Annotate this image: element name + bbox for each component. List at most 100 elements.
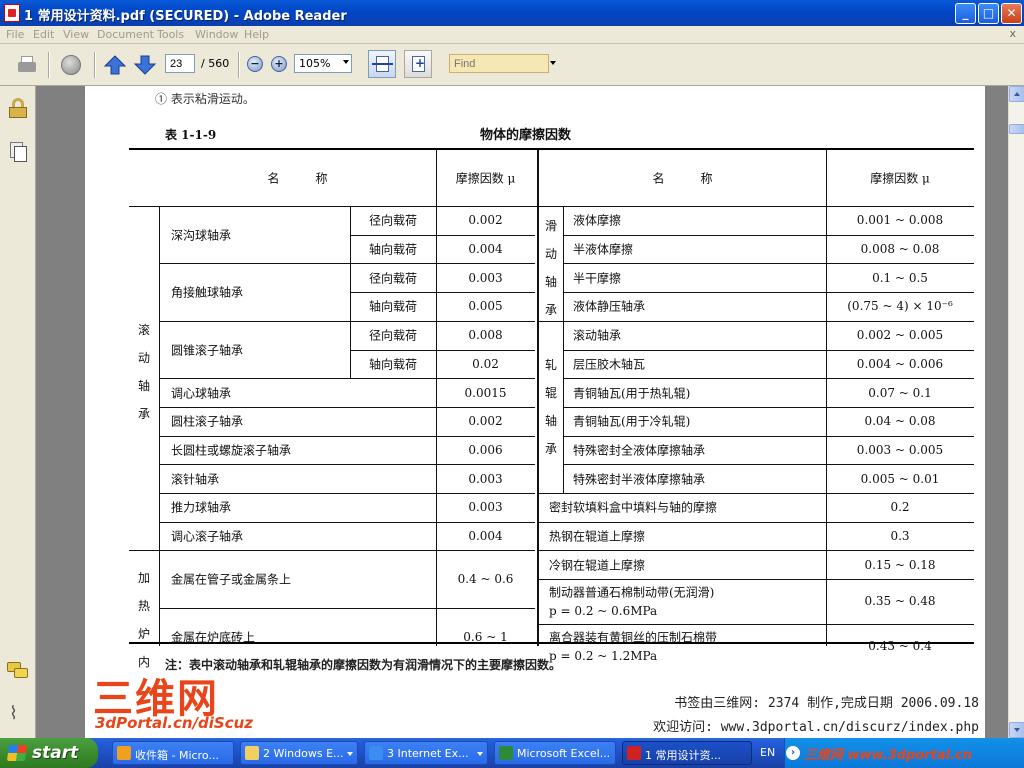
group-chevron-icon xyxy=(477,752,483,756)
header-rule xyxy=(129,206,974,207)
friction-coefficient: 0.0015 xyxy=(464,385,507,400)
roll-neck-bearing-group-char: 轧 xyxy=(544,357,557,372)
load-direction: 径向载荷 xyxy=(368,213,418,228)
find-options-chevron-icon[interactable] xyxy=(550,61,556,65)
close-button[interactable]: ✕ xyxy=(1001,3,1022,24)
page-total: / 560 xyxy=(201,57,230,70)
bearing-name: 金属在管子或金属条上 xyxy=(171,572,292,587)
table-rule xyxy=(159,521,535,523)
table-rule xyxy=(159,206,160,646)
table-rule xyxy=(563,378,974,380)
friction-coefficient: 0.005 xyxy=(468,299,503,314)
page-number-input[interactable] xyxy=(165,54,195,73)
comments-icon[interactable] xyxy=(7,662,29,680)
material-name: 半干摩擦 xyxy=(573,271,622,286)
table-rule xyxy=(159,263,535,265)
watermark-logo-url: 3dPortal.cn/diScuz xyxy=(95,714,254,732)
scrollbar-thumb[interactable] xyxy=(1009,124,1024,134)
pages-icon[interactable] xyxy=(10,142,27,162)
center-divider xyxy=(537,150,539,646)
language-indicator[interactable]: EN xyxy=(760,746,775,759)
fit-width-icon xyxy=(372,56,393,72)
taskbar-item[interactable]: Microsoft Excel... xyxy=(494,741,616,765)
load-direction: 轴向载荷 xyxy=(368,357,418,372)
menu-window[interactable]: Window xyxy=(195,28,238,41)
print-icon[interactable] xyxy=(16,54,38,76)
menu-bar: File Edit View Document Tools Window Hel… xyxy=(0,26,1024,44)
material-name: 特殊密封全液体摩擦轴承 xyxy=(573,443,706,458)
material-name: 特殊密封半液体摩擦轴承 xyxy=(573,472,706,487)
taskbar-item[interactable]: 2 Windows E... xyxy=(240,741,358,765)
vertical-scrollbar[interactable] xyxy=(1008,86,1024,738)
menu-help[interactable]: Help xyxy=(244,28,269,41)
document-close-icon[interactable]: x xyxy=(1009,27,1016,40)
find-input[interactable] xyxy=(449,54,549,73)
security-lock-icon[interactable] xyxy=(9,98,27,118)
toolbar-separator xyxy=(238,52,240,78)
menu-document[interactable]: Document xyxy=(97,28,154,41)
zoom-in-icon[interactable]: + xyxy=(271,56,287,72)
furnace-group-char: 热 xyxy=(137,599,150,614)
table-rule xyxy=(563,234,974,236)
taskbar-item[interactable]: 3 Internet Ex... xyxy=(364,741,488,765)
next-page-icon[interactable] xyxy=(133,55,157,75)
attachments-paperclip-icon[interactable]: ⌇ xyxy=(9,704,27,724)
taskbar-app-icon xyxy=(627,746,641,760)
table-rule xyxy=(539,521,974,523)
fit-width-button[interactable] xyxy=(368,50,396,78)
fit-page-icon xyxy=(412,56,425,72)
friction-coefficient: 0.001 ~ 0.008 xyxy=(856,213,944,228)
start-button[interactable]: start xyxy=(0,738,98,768)
watermark-credit: 书签由三维网: 2374 制作,完成日期 2006.09.18 xyxy=(674,696,979,711)
taskbar-app-icon xyxy=(245,746,259,760)
zoom-select[interactable]: 105% xyxy=(294,54,352,73)
navigation-panel: ⌇ xyxy=(0,86,36,738)
menu-edit[interactable]: Edit xyxy=(33,28,54,41)
bearing-name: 角接触球轴承 xyxy=(171,285,244,300)
friction-coefficient: 0.003 xyxy=(468,270,503,285)
menu-view[interactable]: View xyxy=(63,28,89,41)
previous-page-icon[interactable] xyxy=(103,55,127,75)
material-name: 热钢在辊道上摩擦 xyxy=(549,529,646,544)
sliding-bearing-group-char: 滑 xyxy=(544,219,557,233)
friction-coefficient: 0.005 ~ 0.01 xyxy=(860,471,940,486)
table-rule xyxy=(563,464,974,466)
roll-neck-bearing-group: 轧辊轴承 xyxy=(544,351,558,463)
scroll-up-icon[interactable] xyxy=(1009,86,1024,102)
friction-coefficient: 0.6 ~ 1 xyxy=(463,629,508,644)
chevron-down-icon xyxy=(343,60,349,64)
fit-page-button[interactable] xyxy=(404,50,432,78)
minimize-button[interactable]: _ xyxy=(955,3,976,24)
table-rule xyxy=(539,320,974,322)
start-label: start xyxy=(32,743,79,763)
menu-file[interactable]: File xyxy=(6,28,24,41)
taskbar-item[interactable]: 1 常用设计资... xyxy=(622,741,752,765)
scroll-down-icon[interactable] xyxy=(1009,722,1024,738)
zoom-out-icon[interactable]: − xyxy=(247,56,263,72)
table-rule xyxy=(563,435,974,437)
friction-coefficient: 0.004 xyxy=(468,242,503,257)
friction-coefficient: 0.002 xyxy=(468,213,503,228)
friction-coefficient: 0.02 xyxy=(472,356,499,371)
friction-coefficient: 0.1 ~ 0.5 xyxy=(872,270,928,285)
tray-expand-icon[interactable]: › xyxy=(786,746,800,760)
material-name: 青铜轴瓦(用于热轧辊) xyxy=(573,386,691,401)
document-area[interactable]: ① 表示粘滑运动。 表 1-1-9 物体的摩擦因数 名 称 摩擦因数 μ 名 称 摩擦… xyxy=(37,86,1008,738)
friction-coefficient: 0.35 ~ 0.48 xyxy=(864,594,936,609)
friction-coefficient: 0.008 ~ 0.08 xyxy=(860,242,940,257)
bearing-name: 调心滚子轴承 xyxy=(171,529,244,544)
taskbar-item[interactable]: 收件箱 - Micro... xyxy=(112,741,234,765)
table-rule xyxy=(539,579,974,581)
web-search-icon[interactable] xyxy=(60,54,82,76)
table-rule xyxy=(159,406,535,408)
menu-tools[interactable]: Tools xyxy=(157,28,184,41)
table-rule xyxy=(159,493,535,494)
maximize-button[interactable]: □ xyxy=(978,3,999,24)
rolling-bearing-group: 滚动轴承 xyxy=(137,316,151,428)
table-rule xyxy=(129,550,535,552)
table-rule xyxy=(159,607,535,609)
material-name: 液体静压轴承 xyxy=(573,299,646,314)
bearing-name: 滚针轴承 xyxy=(171,472,220,487)
table-rule xyxy=(563,292,974,294)
zoom-value: 105% xyxy=(299,57,331,70)
